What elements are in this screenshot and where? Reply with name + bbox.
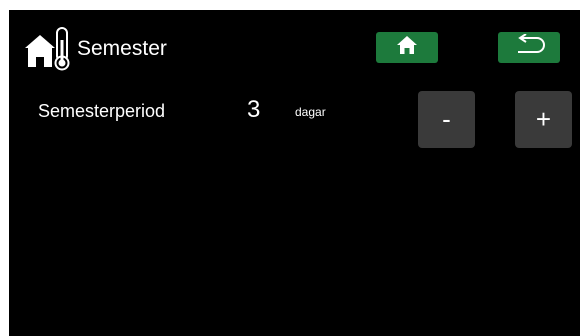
house-thermometer-icon	[23, 26, 71, 72]
back-button[interactable]	[498, 32, 560, 63]
back-arrow-icon	[511, 33, 547, 61]
app-screen: Semester Semesterperiod 3 dagar - +	[9, 10, 580, 336]
setting-unit: dagar	[295, 105, 326, 119]
setting-label: Semesterperiod	[38, 101, 166, 121]
page-title: Semester	[77, 37, 167, 60]
increase-button[interactable]: +	[515, 91, 572, 148]
decrease-button[interactable]: -	[418, 91, 475, 148]
home-button[interactable]	[376, 32, 438, 63]
home-icon	[396, 35, 418, 60]
setting-value: 3	[247, 96, 261, 123]
